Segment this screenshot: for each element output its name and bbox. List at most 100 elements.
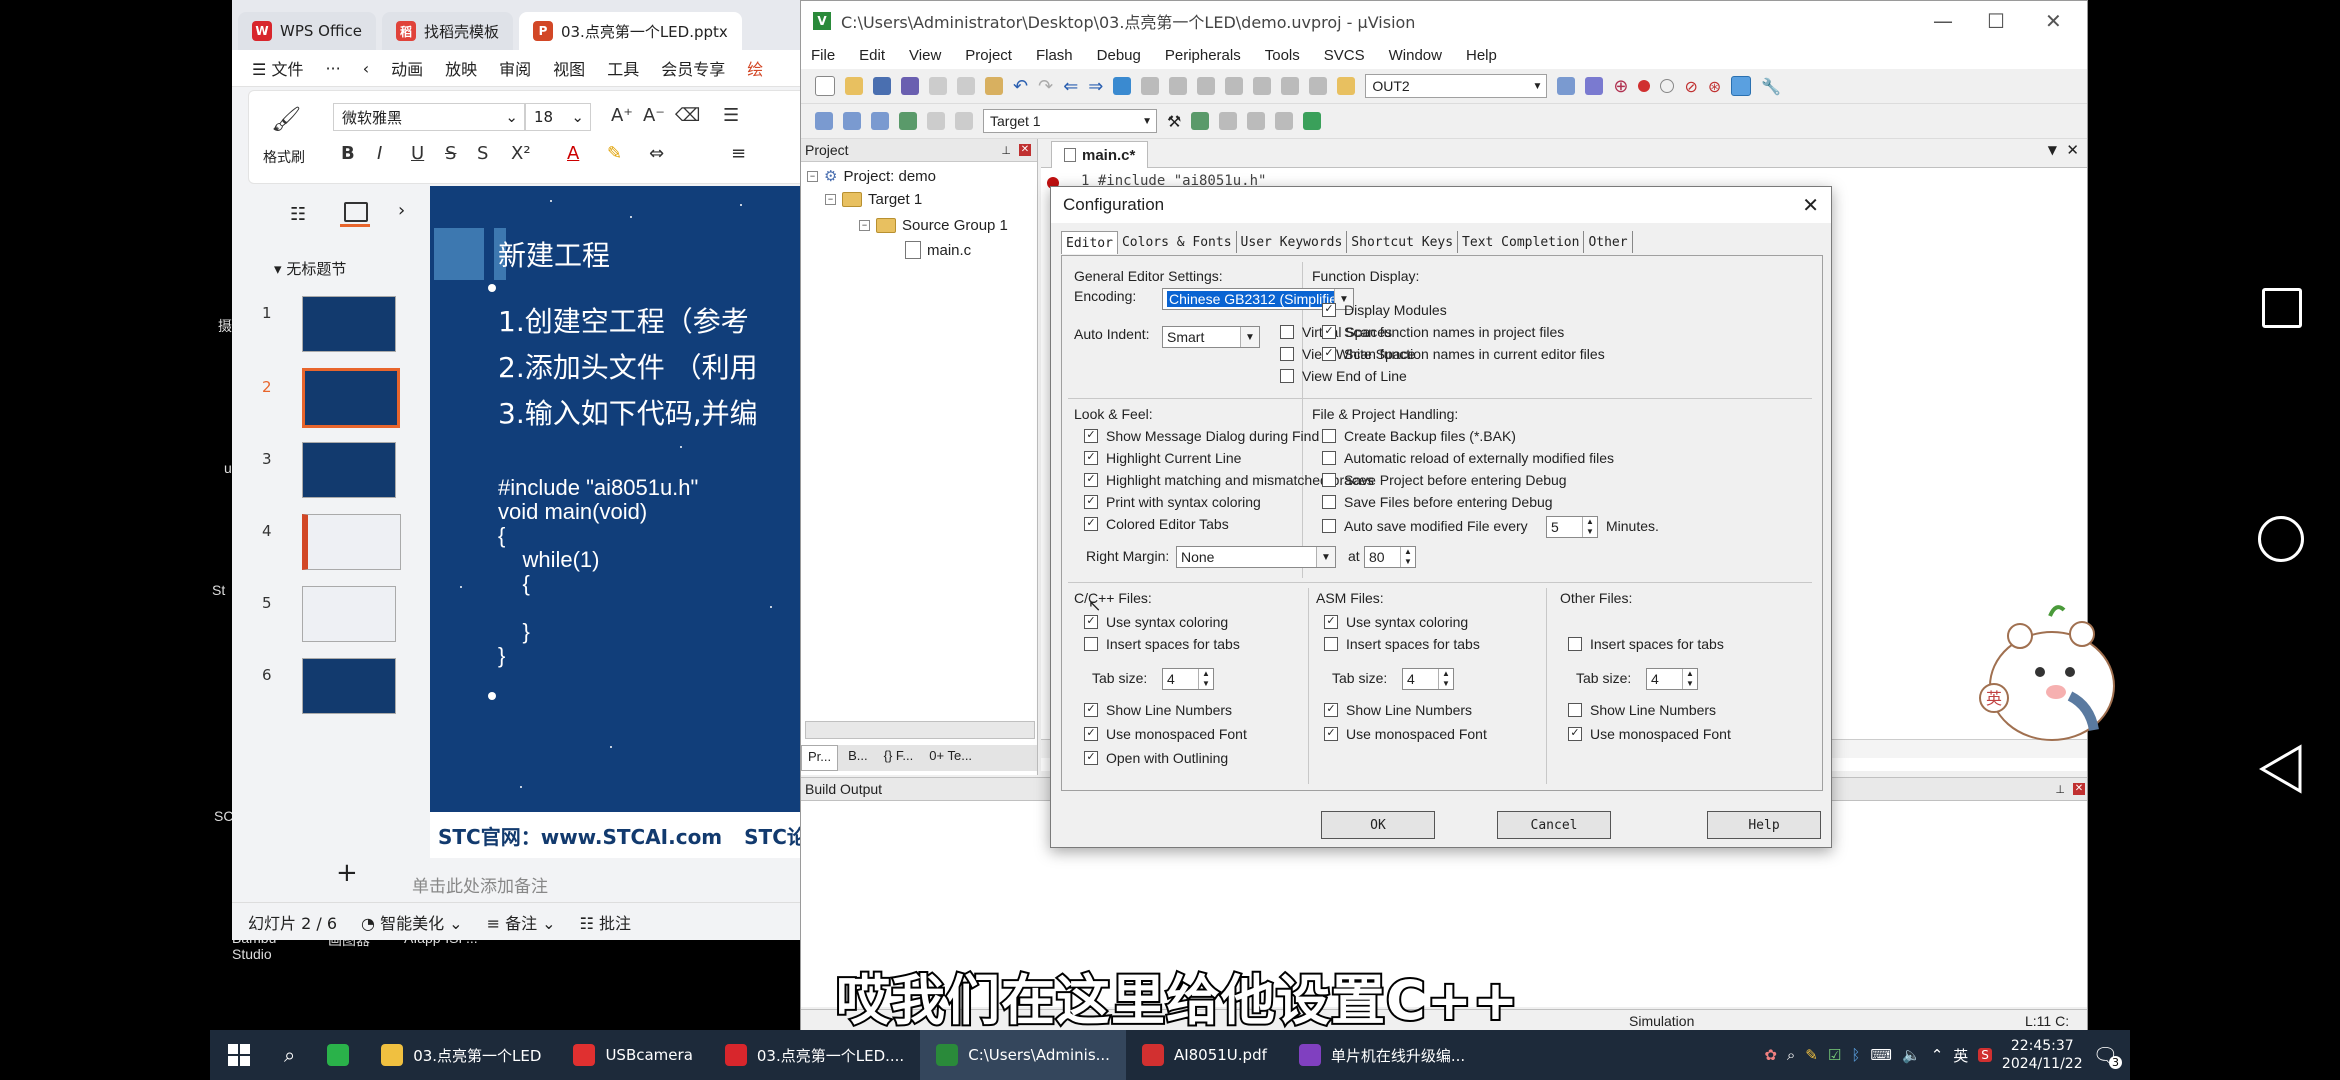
input-language[interactable]: 英 <box>1953 1045 1968 1066</box>
taskbar-item-pdf[interactable]: AI8051U.pdf <box>1126 1030 1283 1080</box>
strikethrough-button[interactable]: S <box>445 143 456 164</box>
spinner-arrows-icon[interactable]: ▲ ▼ <box>1582 517 1597 537</box>
close-icon[interactable]: ✕ <box>2073 783 2085 795</box>
stop-build-icon[interactable] <box>927 112 945 130</box>
pin-icon[interactable]: ⊥ <box>1001 144 1011 157</box>
menu-member[interactable]: 会员专享 <box>661 56 725 80</box>
slide-canvas[interactable]: 新建工程 1.创建空工程（参考 2.添加头文件 （利用 3.输入如下代码,并编 … <box>430 186 800 858</box>
right-margin-spinner[interactable]: 80 ▲ ▼ <box>1364 546 1416 568</box>
slide-code-block[interactable]: #include "ai8051u.h" void main(void) { w… <box>498 476 698 668</box>
close-icon[interactable]: ✕ <box>1802 193 1819 218</box>
cpp-outlining-checkbox[interactable]: ✓ Open with Outlining <box>1084 750 1228 766</box>
asm-line-numbers-checkbox[interactable]: ✓ Show Line Numbers <box>1324 702 1472 718</box>
select-packs-icon[interactable] <box>1247 112 1266 130</box>
cpp-syntax-coloring-checkbox[interactable]: ✓ Use syntax coloring <box>1084 614 1228 630</box>
collapse-icon[interactable]: − <box>807 170 818 182</box>
paste-icon[interactable] <box>985 77 1003 95</box>
font-size-select[interactable]: 18 ⌄ <box>525 103 591 131</box>
menu-svcs[interactable]: SVCS <box>1324 47 1365 64</box>
notification-icon[interactable]: 🗨 3 <box>2093 1043 2122 1069</box>
underline-button[interactable]: U <box>411 143 424 164</box>
highlight-icon[interactable]: ✎ <box>607 143 622 164</box>
scan-project-checkbox[interactable]: ✓ Scan function names in project files <box>1322 324 1564 340</box>
italic-button[interactable]: I <box>377 143 382 164</box>
auto-save-checkbox[interactable]: Auto save modified File every <box>1322 518 1528 534</box>
breakpoint-icon[interactable] <box>1638 80 1651 92</box>
other-insert-spaces-checkbox[interactable]: Insert spaces for tabs <box>1568 636 1724 652</box>
font-color-button[interactable]: A <box>567 143 579 164</box>
chevron-left-icon[interactable]: ‹ <box>363 59 369 78</box>
menu-help[interactable]: Help <box>1466 47 1497 64</box>
add-slide-icon[interactable]: + <box>336 858 358 888</box>
recent-apps-icon[interactable] <box>2262 288 2302 328</box>
slide-title[interactable]: 新建工程 <box>498 234 610 274</box>
tab-project[interactable]: Pr... <box>801 745 839 771</box>
close-icon[interactable]: ✕ <box>2066 141 2079 159</box>
tree-source-group[interactable]: − Source Group 1 <box>859 217 1008 234</box>
slide-thumbnail-selected[interactable] <box>302 368 400 428</box>
close-icon[interactable]: ✕ <box>2045 9 2062 33</box>
file-extensions-icon[interactable] <box>1219 112 1238 130</box>
menu-peripherals[interactable]: Peripherals <box>1165 47 1241 64</box>
incremental-find-icon[interactable] <box>1585 77 1604 95</box>
other-line-numbers-checkbox[interactable]: Show Line Numbers <box>1568 702 1716 718</box>
spinner-arrows-icon[interactable]: ▲ ▼ <box>1682 669 1697 689</box>
slide-text-line[interactable]: 2.添加头文件 （利用 <box>498 346 758 386</box>
network-icon[interactable]: ⌨ <box>1870 1046 1892 1064</box>
tree-target[interactable]: − Target 1 <box>825 191 922 208</box>
back-icon[interactable] <box>2258 744 2304 794</box>
decrease-font-icon[interactable]: A⁻ <box>643 105 665 126</box>
cut-icon[interactable] <box>929 77 947 95</box>
ok-button[interactable]: OK <box>1321 811 1435 839</box>
translate-icon[interactable] <box>815 112 833 130</box>
taskbar-item-wps[interactable]: 03.点亮第一个LED.... <box>709 1030 920 1080</box>
cancel-button[interactable]: Cancel <box>1497 811 1611 839</box>
download-icon[interactable] <box>899 112 917 130</box>
tab-text-completion[interactable]: Text Completion <box>1458 231 1585 253</box>
tab-books[interactable]: B... <box>842 745 874 771</box>
wps-tab-templates[interactable]: 稻找稻壳模板 <box>381 12 513 50</box>
cpp-tab-size-spinner[interactable]: 4 ▲ ▼ <box>1162 668 1214 690</box>
cpp-insert-spaces-checkbox[interactable]: Insert spaces for tabs <box>1084 636 1240 652</box>
right-margin-select[interactable]: None ▼ <box>1176 546 1336 568</box>
save-project-debug-checkbox[interactable]: Save Project before entering Debug <box>1322 472 1567 488</box>
auto-reload-checkbox[interactable]: Automatic reload of externally modified … <box>1322 450 1614 466</box>
save-icon[interactable] <box>873 77 891 95</box>
shadow-button[interactable]: S <box>477 143 488 164</box>
target-options-icon[interactable]: ⚒ <box>1167 112 1181 131</box>
taskbar-item-usbcamera[interactable]: USBcamera <box>557 1030 708 1080</box>
manage-rte-icon[interactable] <box>1275 112 1294 130</box>
taskbar-item-isp[interactable]: 单片机在线升级编... <box>1283 1030 1481 1080</box>
unindent-icon[interactable] <box>1253 77 1272 95</box>
menu-review[interactable]: 审阅 <box>499 56 531 80</box>
eraser-icon[interactable]: ⌫ <box>675 105 700 126</box>
tab-templates[interactable]: 0+ Te... <box>923 745 978 771</box>
slide-thumbnail[interactable] <box>302 296 396 352</box>
tab-other[interactable]: Other <box>1584 231 1633 253</box>
menu-file[interactable]: 文件 <box>271 60 303 79</box>
menu-draw[interactable]: 绘 <box>747 56 763 80</box>
asm-syntax-coloring-checkbox[interactable]: ✓ Use syntax coloring <box>1324 614 1468 630</box>
taskbar-item-uvision[interactable]: C:\Users\Adminis... <box>920 1030 1126 1080</box>
slide-thumbnail[interactable] <box>302 514 401 570</box>
clear-breakpoints-icon[interactable]: ⊛ <box>1708 77 1721 96</box>
save-files-debug-checkbox[interactable]: Save Files before entering Debug <box>1322 494 1553 510</box>
font-select[interactable]: 微软雅黑 ⌄ <box>333 103 525 131</box>
open-icon[interactable] <box>845 77 863 95</box>
bold-button[interactable]: B <box>341 143 355 164</box>
colored-editor-tabs-checkbox[interactable]: ✓ Colored Editor Tabs <box>1084 516 1229 532</box>
menu-tools[interactable]: 工具 <box>607 56 639 80</box>
wps-tab-document[interactable]: P 03.点亮第一个LED.pptx <box>518 12 742 50</box>
menu-flash[interactable]: Flash <box>1036 47 1073 64</box>
cpp-line-numbers-checkbox[interactable]: ✓ Show Line Numbers <box>1084 702 1232 718</box>
clock[interactable]: 22:45:37 2024/11/22 <box>2002 1037 2083 1073</box>
debug-session-icon[interactable]: ⊕ <box>1613 76 1628 97</box>
build-icon[interactable] <box>843 112 861 130</box>
nav-forward-icon[interactable]: ⇒ <box>1088 76 1103 97</box>
chevron-up-icon[interactable]: ⌃ <box>1931 1046 1944 1064</box>
find-combo[interactable]: OUT2 ▼ <box>1365 74 1548 98</box>
uncomment-icon[interactable] <box>1309 77 1328 95</box>
home-icon[interactable] <box>2258 516 2304 562</box>
save-all-icon[interactable] <box>901 77 919 95</box>
print-syntax-coloring-checkbox[interactable]: ✓ Print with syntax coloring <box>1084 494 1261 510</box>
